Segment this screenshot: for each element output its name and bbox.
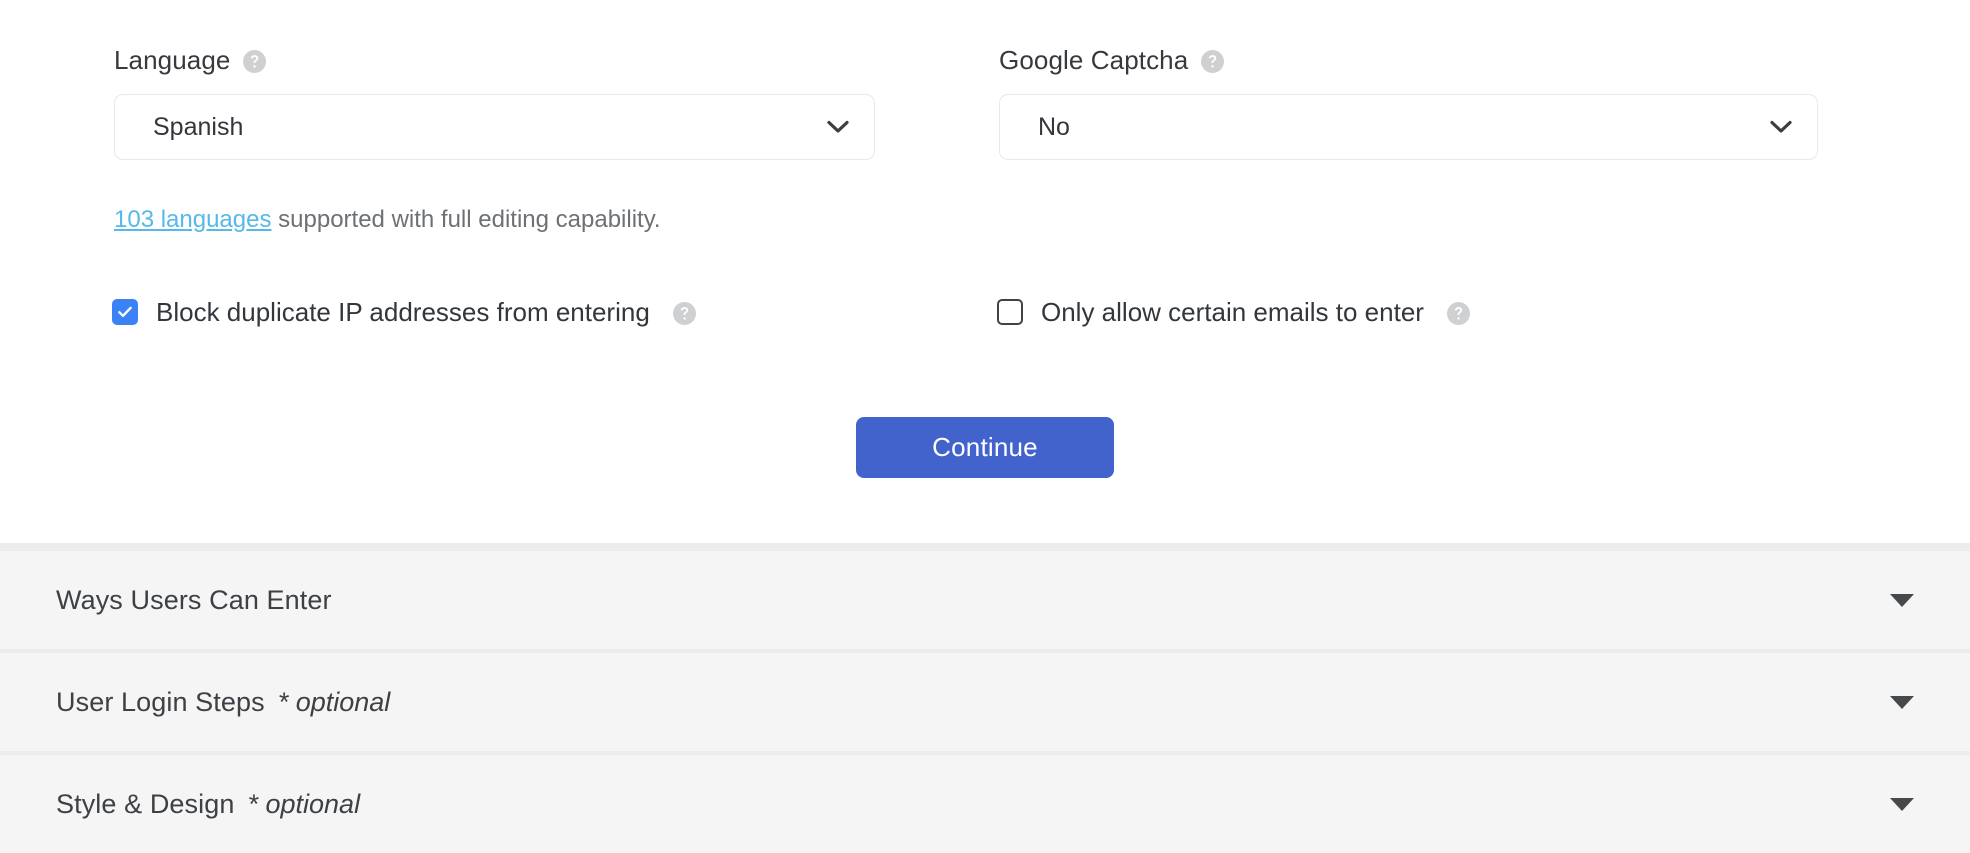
accordion-title: Ways Users Can Enter xyxy=(56,584,332,615)
question-mark-circle-icon[interactable] xyxy=(672,301,696,325)
allow-certain-emails-checkbox[interactable] xyxy=(997,299,1023,325)
accordion-row-style-and-design[interactable]: Style & Design * optional xyxy=(0,755,1970,853)
question-mark-circle-icon[interactable] xyxy=(1201,49,1225,73)
checkbox-row: Block duplicate IP addresses from enteri… xyxy=(0,296,1970,328)
settings-page: Language Spanish Google Captcha No 103 l… xyxy=(0,0,1970,853)
submit-row: Continue xyxy=(0,417,1970,478)
question-mark-circle-icon[interactable] xyxy=(243,49,267,73)
language-select-value: Spanish xyxy=(153,112,244,141)
allow-certain-emails-label: Only allow certain emails to enter xyxy=(1041,297,1424,327)
block-duplicate-ip-label: Block duplicate IP addresses from enteri… xyxy=(156,297,650,327)
accordion-row-ways-users-can-enter[interactable]: Ways Users Can Enter xyxy=(0,551,1970,649)
allow-certain-emails-checkbox-item[interactable]: Only allow certain emails to enter xyxy=(997,296,1970,328)
language-field-group: Language Spanish xyxy=(0,44,985,160)
language-select[interactable]: Spanish xyxy=(114,94,875,160)
accordion-sections: Ways Users Can Enter User Login Steps * … xyxy=(0,543,1970,853)
captcha-select[interactable]: No xyxy=(999,94,1818,160)
form-card: Language Spanish Google Captcha No 103 l… xyxy=(0,0,1970,543)
question-mark-circle-icon[interactable] xyxy=(1446,301,1470,325)
languages-helper-text: 103 languages supported with full editin… xyxy=(114,205,661,235)
captcha-field-group: Google Captcha No xyxy=(985,44,1970,160)
accordion-title: User Login Steps xyxy=(56,686,265,717)
accordion-optional-tag: * optional xyxy=(277,686,391,717)
language-label-row: Language xyxy=(114,44,875,76)
accordion-optional-tag: * optional xyxy=(247,788,361,819)
fields-row: Language Spanish Google Captcha No xyxy=(0,44,1970,160)
languages-helper-rest: supported with full editing capability. xyxy=(271,206,661,233)
block-duplicate-ip-checkbox[interactable] xyxy=(112,299,138,325)
checkbox-col-right: Only allow certain emails to enter xyxy=(885,296,1970,328)
language-label: Language xyxy=(114,45,231,75)
languages-count-link[interactable]: 103 languages xyxy=(114,206,271,233)
captcha-select-wrap: No xyxy=(999,94,1818,160)
accordion-row-user-login-steps[interactable]: User Login Steps * optional xyxy=(0,653,1970,751)
captcha-select-value: No xyxy=(1038,112,1070,141)
language-select-wrap: Spanish xyxy=(114,94,875,160)
triangle-down-icon[interactable] xyxy=(1890,792,1914,816)
captcha-label-row: Google Captcha xyxy=(999,44,1818,76)
continue-button[interactable]: Continue xyxy=(856,417,1114,478)
block-duplicate-ip-checkbox-item[interactable]: Block duplicate IP addresses from enteri… xyxy=(112,296,885,328)
chevron-down-icon xyxy=(1768,114,1794,140)
triangle-down-icon[interactable] xyxy=(1890,690,1914,714)
triangle-down-icon[interactable] xyxy=(1890,588,1914,612)
accordion-title: Style & Design xyxy=(56,788,235,819)
captcha-label: Google Captcha xyxy=(999,45,1189,75)
chevron-down-icon xyxy=(825,114,851,140)
checkbox-col-left: Block duplicate IP addresses from enteri… xyxy=(0,296,885,328)
